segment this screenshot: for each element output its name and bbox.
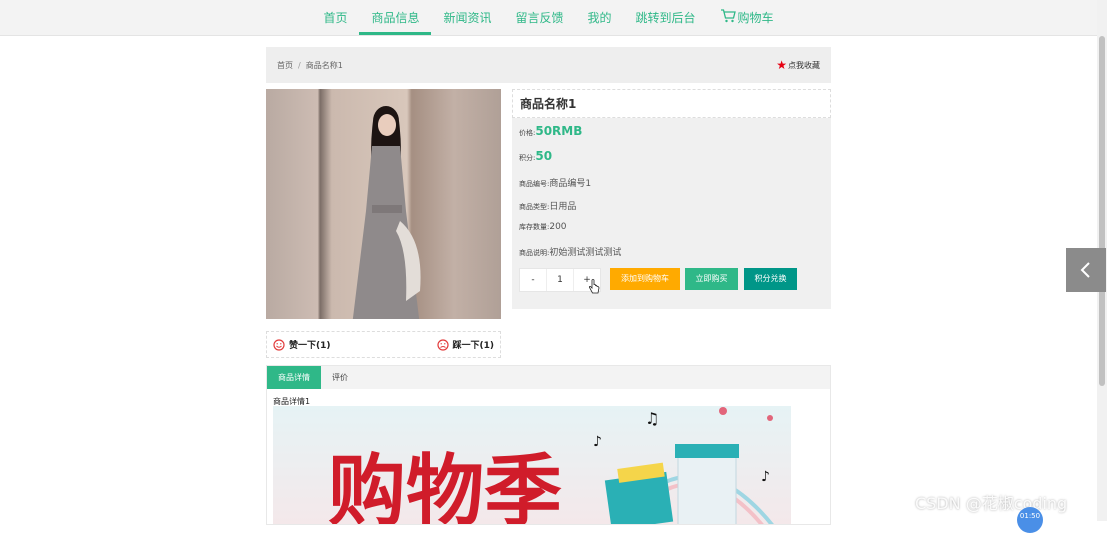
stock-value: 200 [549, 222, 567, 232]
banner-text: 购物季 [328, 446, 562, 525]
type-label: 商品类型: [519, 203, 550, 211]
cart-icon [720, 3, 736, 35]
favorite-label: 点我收藏 [788, 60, 820, 70]
tab-product-detail[interactable]: 商品详情 [267, 366, 321, 389]
desc-value: 初始测试测试测试 [549, 248, 622, 258]
code-value: 商品编号1 [549, 179, 592, 189]
nav-admin[interactable]: 跳转到后台 [624, 2, 708, 35]
type-value: 日用品 [549, 202, 577, 212]
quantity-input[interactable]: 1 [546, 269, 574, 291]
breadcrumb-bar: 首页 / 商品名称1 ★ 点我收藏 [266, 47, 831, 83]
chevron-left-icon [1080, 262, 1090, 278]
buy-now-button[interactable]: 立即购买 [685, 268, 738, 290]
code-row: 商品编号:商品编号1 [519, 176, 591, 189]
smile-icon [273, 338, 285, 351]
points-value: 50 [535, 149, 553, 163]
music-note-icon-3: ♪ [761, 469, 770, 485]
product-info-panel: 商品名称1 价格:50RMB 积分:50 商品编号:商品编号1 商品类型:日用品… [512, 89, 831, 309]
detail-tabs: 商品详情 评价 商品详情1 购物季 ♫ ♪ ♪ [266, 365, 831, 525]
star-icon: ★ [776, 58, 787, 72]
product-title: 商品名称1 [512, 89, 831, 118]
dislike-label: 踩一下(1) [452, 341, 495, 351]
frown-icon [436, 338, 449, 351]
quantity-minus-button[interactable]: - [520, 275, 546, 285]
model-figure [352, 106, 421, 319]
shopping-banner: 购物季 ♫ ♪ ♪ [273, 406, 791, 525]
floating-timer-badge[interactable]: 01:50 [1017, 507, 1043, 533]
like-label: 赞一下(1) [289, 341, 331, 351]
vote-bar: 赞一下(1) 踩一下(1) [266, 331, 501, 358]
desc-row: 商品说明:初始测试测试测试 [519, 245, 621, 258]
nav-cart[interactable]: 购物车 [708, 2, 786, 35]
collapse-panel-button[interactable] [1066, 248, 1106, 292]
dislike-button[interactable]: 踩一下(1) [436, 338, 495, 351]
price-row: 价格:50RMB [519, 124, 582, 138]
breadcrumb-separator: / [298, 60, 301, 70]
favorite-button[interactable]: ★ 点我收藏 [776, 58, 820, 72]
nav-news[interactable]: 新闻资讯 [431, 2, 503, 35]
banner-art: 购物季 ♫ ♪ ♪ [328, 407, 774, 525]
stock-row: 库存数量:200 [519, 222, 567, 232]
tab-bar: 商品详情 评价 [267, 366, 830, 389]
points-label: 积分: [519, 154, 536, 162]
nav-products[interactable]: 商品信息 [359, 2, 432, 35]
desc-label: 商品说明: [519, 249, 550, 257]
price-label: 价格: [519, 129, 536, 137]
music-note-icon: ♫ [645, 409, 659, 428]
stock-label: 库存数量: [519, 223, 550, 231]
nav-feedback[interactable]: 留言反馈 [503, 2, 575, 35]
code-label: 商品编号: [519, 180, 550, 188]
product-image [266, 89, 501, 319]
hand-cursor-icon [588, 279, 600, 299]
nav-cart-label: 购物车 [737, 11, 774, 25]
breadcrumb-current: 商品名称1 [305, 60, 343, 70]
scrollbar-thumb[interactable] [1099, 36, 1105, 386]
nav-home[interactable]: 首页 [311, 2, 359, 35]
watermark: CSDN @花椒coding [915, 494, 1068, 513]
breadcrumb-home[interactable]: 首页 [277, 61, 293, 70]
nav-mine[interactable]: 我的 [576, 2, 624, 35]
tab-reviews[interactable]: 评价 [321, 366, 359, 389]
top-nav: 首页 商品信息 新闻资讯 留言反馈 我的 跳转到后台 购物车 [0, 0, 1097, 36]
type-row: 商品类型:日用品 [519, 199, 576, 212]
points-row: 积分:50 [519, 149, 552, 163]
add-to-cart-button[interactable]: 添加到购物车 [610, 268, 680, 290]
price-value: 50RMB [535, 124, 583, 138]
like-button[interactable]: 赞一下(1) [273, 338, 331, 351]
music-note-icon-2: ♪ [593, 434, 602, 450]
redeem-points-button[interactable]: 积分兑换 [744, 268, 797, 290]
breadcrumb: 首页 / 商品名称1 [277, 60, 343, 71]
